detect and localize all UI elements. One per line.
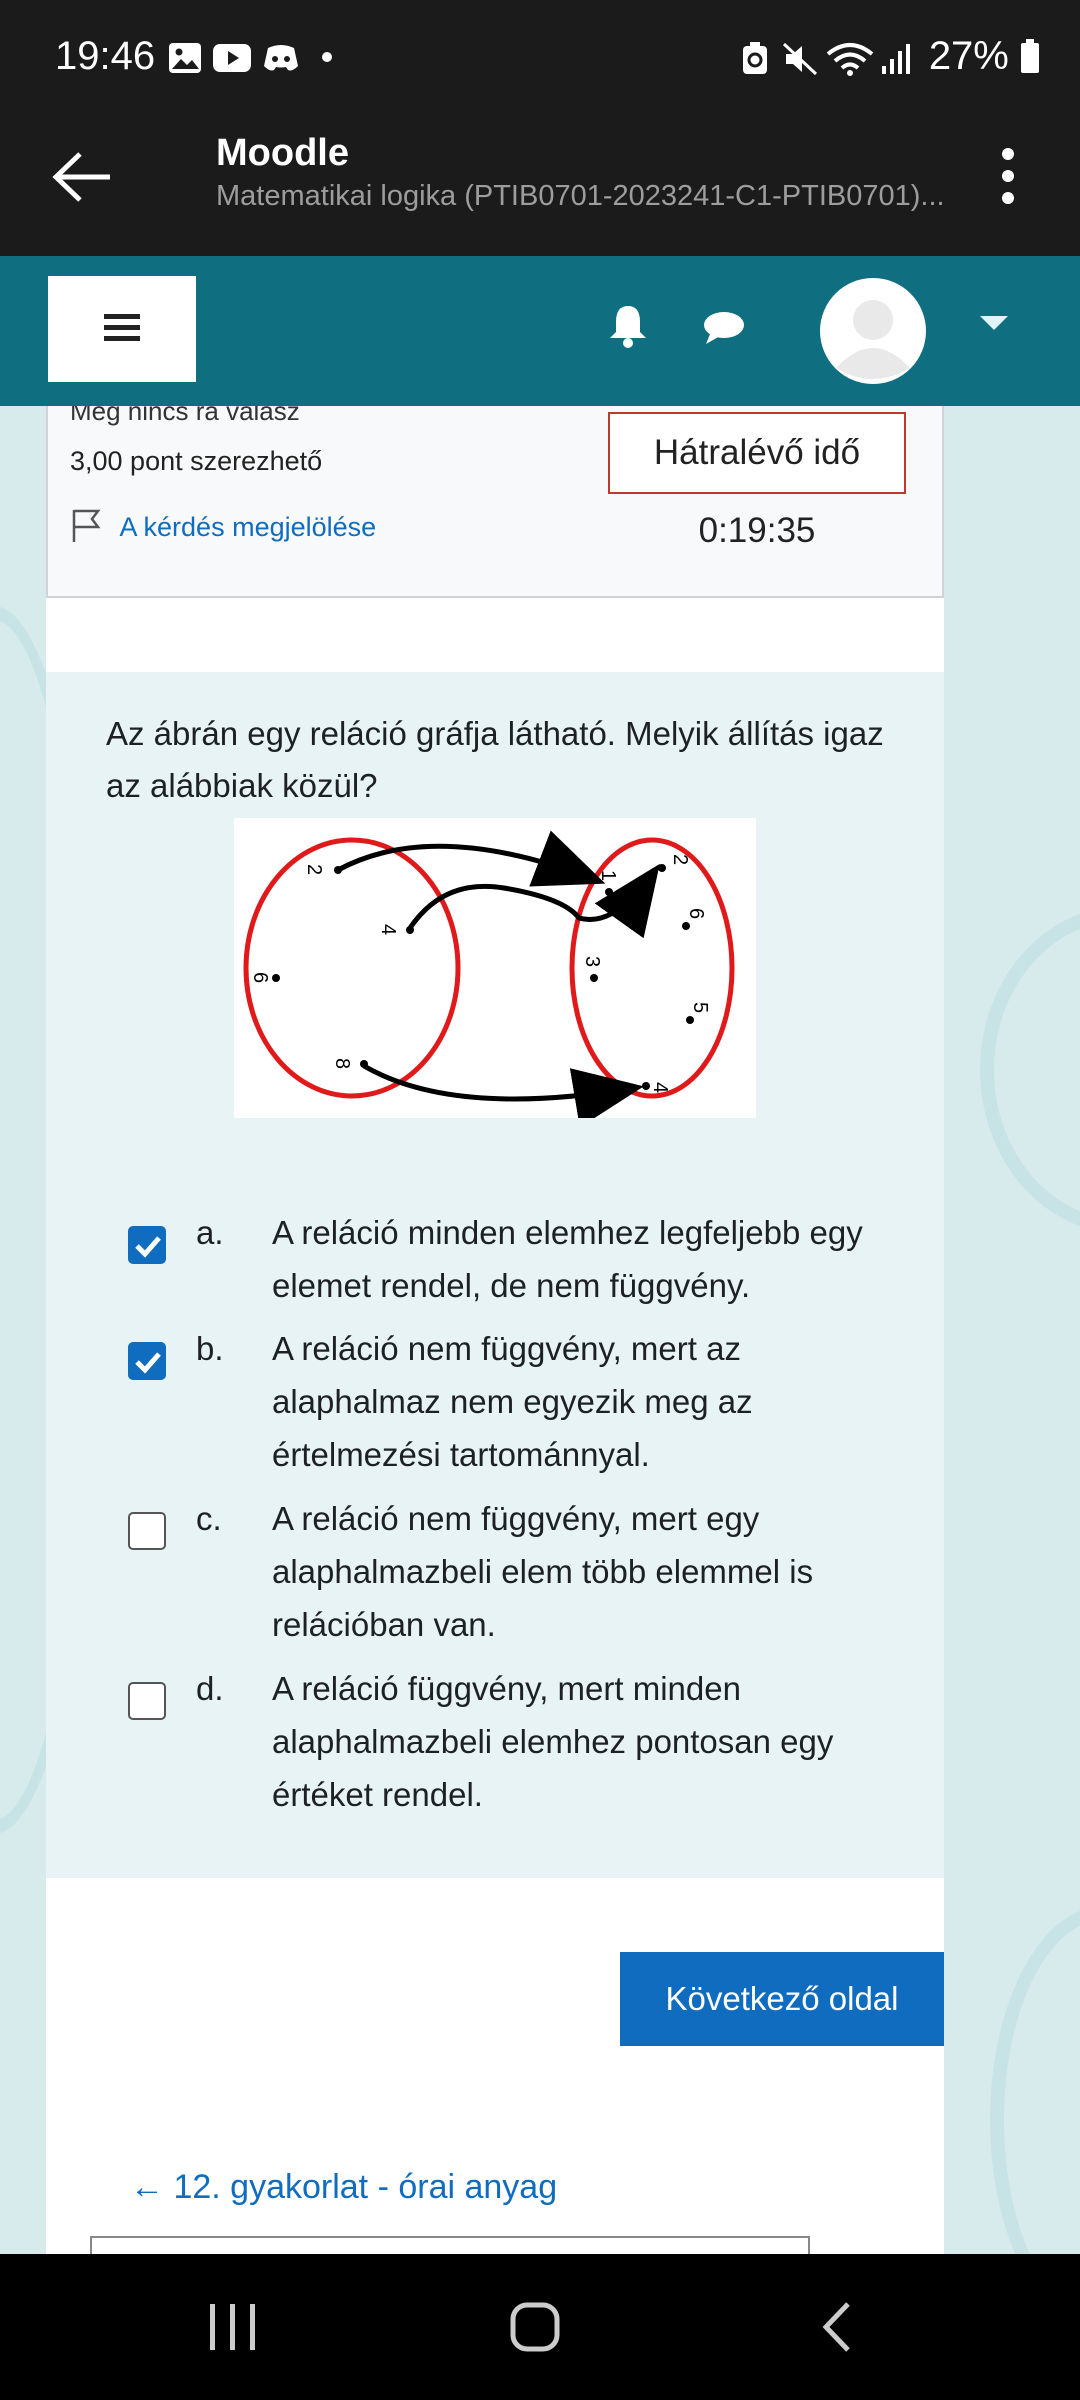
answer-checkbox[interactable] [128,1226,166,1264]
node-label: 6 [685,908,707,919]
more-options-icon[interactable] [996,146,1020,211]
node-label: 2 [303,864,325,875]
edge-8-4 [362,1063,644,1128]
node-label: 1 [597,870,619,881]
gallery-icon [168,42,202,79]
question-info-panel: Még nincs rá válasz 3,00 pont szerezhető… [46,406,944,598]
avatar[interactable] [820,278,926,389]
app-title: Moodle [216,132,349,174]
answer-letter: c. [196,1500,222,1537]
youtube-icon [212,42,252,79]
question-status: Még nincs rá válasz [70,406,300,426]
system-nav-bar [0,2254,1080,2400]
node-label: 4 [649,1082,671,1093]
chat-icon[interactable] [702,310,746,351]
app-subtitle: Matematikai logika (PTIB0701-2023241-C1-… [216,180,945,212]
question-points: 3,00 pont szerezhető [70,446,323,476]
battery-saver-icon [740,42,770,81]
edge-2-1 [336,830,606,887]
background-decoration [990,1906,1080,2254]
node-label: 8 [331,1058,353,1069]
moodle-navbar [0,256,1080,406]
battery-percent: 27% [928,34,1009,78]
signal-icon [880,42,912,81]
quiz-timer: Hátralévő idő 0:19:35 [608,412,906,550]
bell-icon[interactable] [608,304,648,353]
battery-indicator: 27% [929,34,1040,79]
activity-jump-select[interactable] [90,2236,810,2254]
discord-icon [262,42,300,79]
wifi-icon [826,42,874,81]
menu-button[interactable] [48,276,196,382]
question-formulation: Az ábrán egy reláció gráfja látható. Mel… [46,672,944,1878]
dot-icon [320,50,334,69]
answer-text: A reláció függvény, mert minden alaphalm… [272,1670,834,1813]
flag-question-link[interactable]: A kérdés megjelölése [70,508,376,543]
answer-letter: d. [196,1670,224,1707]
answer-text: A reláció nem függvény, mert egy alaphal… [272,1500,814,1643]
mute-icon [782,42,818,81]
answer-text: A reláció nem függvény, mert az alaphalm… [272,1330,753,1473]
battery-icon [1020,34,1040,78]
status-bar: 19:46 27% [0,0,1080,120]
next-page-button[interactable]: Következő oldal [620,1952,944,2046]
flag-question-label: A kérdés megjelölése [119,512,377,542]
relation-graph: 2 4 6 8 1 2 3 4 5 6 [234,818,756,1128]
answer-checkbox[interactable] [128,1512,166,1550]
hamburger-icon [104,313,140,345]
flag-icon [70,509,110,542]
answer-letter: a. [196,1214,224,1251]
node-label: 3 [581,956,603,967]
background-decoration [980,906,1080,1234]
node-label: 6 [249,972,271,983]
answer-text: A reláció minden elemhez legfeljebb egy … [272,1214,863,1304]
previous-activity-link[interactable]: ← 12. gyakorlat - órai anyag [130,2168,557,2207]
home-icon[interactable] [510,2302,560,2357]
status-time: 19:46 [55,34,156,78]
node-label: 5 [689,1002,711,1013]
content-area: Még nincs rá válasz 3,00 pont szerezhető… [0,406,1080,2254]
back-arrow-icon[interactable] [52,150,112,209]
caret-down-icon[interactable] [980,316,1008,337]
node-label: 2 [669,854,691,865]
app-bar: Moodle Matematikai logika (PTIB0701-2023… [0,120,1080,256]
answer-checkbox[interactable] [128,1682,166,1720]
node-label: 4 [377,924,399,935]
answer-checkbox[interactable] [128,1342,166,1380]
question-text: Az ábrán egy reláció gráfja látható. Mel… [106,715,884,804]
answer-letter: b. [196,1330,224,1367]
back-icon[interactable] [822,2302,852,2357]
recent-apps-icon[interactable] [208,2304,258,2355]
